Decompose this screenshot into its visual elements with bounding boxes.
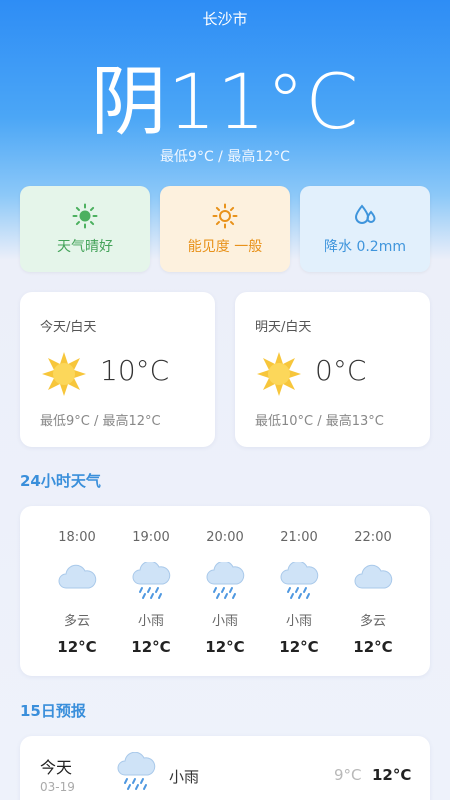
raindrop-icon [352,202,378,230]
rain-cloud-icon [262,562,336,602]
hourly-section-title: 24小时天气 [20,472,101,490]
forecast-day: 今天 [40,758,73,777]
tomorrow-label: 明天/白天 [255,320,312,335]
hour-condition: 小雨 [137,614,164,629]
city-name[interactable]: 长沙市 [0,8,450,29]
tomorrow-range: 最低10°C / 最高13°C [255,414,384,429]
sun-icon [72,202,98,230]
sun-icon [40,350,88,402]
hour-time: 21:00 [280,530,318,545]
rain-cloud-icon [188,562,262,602]
today-range: 最低9°C / 最高12°C [40,414,161,429]
today-card[interactable]: 今天/白天 10°C 最低9°C / 最高12°C [20,292,215,447]
hour-time: 18:00 [58,530,96,545]
forecast-row[interactable]: 今天 03-19 小雨 9°C 12°C [20,736,430,800]
tomorrow-card[interactable]: 明天/白天 0°C 最低10°C / 最高13°C [235,292,430,447]
forecast-condition: 小雨 [169,768,200,786]
hour-temp: 12°C [131,638,171,656]
hour-time: 22:00 [354,530,392,545]
hour-temp: 12°C [57,638,97,656]
hour-condition: 多云 [63,614,90,629]
chip-weather-good[interactable]: 天气晴好 [20,186,150,272]
hour-item[interactable]: 19:00 小雨 12°C [114,506,188,676]
chip-label: 能见度 一般 [187,239,263,255]
sun-icon [212,202,238,230]
chip-label: 天气晴好 [57,239,113,255]
rain-cloud-icon [114,562,188,602]
today-label: 今天/白天 [40,320,97,335]
chip-label: 降水 0.2mm [324,239,406,255]
hour-item[interactable]: 21:00 小雨 12°C [262,506,336,676]
sun-icon [255,350,303,402]
chip-precipitation[interactable]: 降水 0.2mm [300,186,430,272]
hour-temp: 12°C [353,638,393,656]
current-weather: 阴11°C [90,57,360,146]
hourly-card[interactable]: 18:00 多云 12°C 19:00 小雨 12°C 20:00 小雨 12°… [20,506,430,676]
cloud-icon [336,562,410,602]
cloud-icon [40,562,114,602]
forecast-low: 9°C [334,766,362,784]
tomorrow-temp: 0°C [315,354,367,387]
hour-time: 20:00 [206,530,244,545]
today-temp: 10°C [100,354,170,387]
today-range: 最低9°C / 最高12°C [160,149,290,165]
forecast-high: 12°C [372,766,412,784]
chip-visibility[interactable]: 能见度 一般 [160,186,290,272]
forecast-date: 03-19 [40,780,75,794]
hour-temp: 12°C [205,638,245,656]
rain-cloud-icon [115,751,157,798]
hour-condition: 小雨 [211,614,238,629]
hour-time: 19:00 [132,530,170,545]
forecast-section-title: 15日预报 [20,702,86,720]
summary-chips: 天气晴好 能见度 一般 降水 0.2mm [20,186,430,272]
hour-item[interactable]: 22:00 多云 12°C [336,506,410,676]
hour-condition: 多云 [359,614,386,629]
hour-item[interactable]: 20:00 小雨 12°C [188,506,262,676]
hour-item[interactable]: 18:00 多云 12°C [40,506,114,676]
hour-temp: 12°C [279,638,319,656]
hour-condition: 小雨 [285,614,312,629]
